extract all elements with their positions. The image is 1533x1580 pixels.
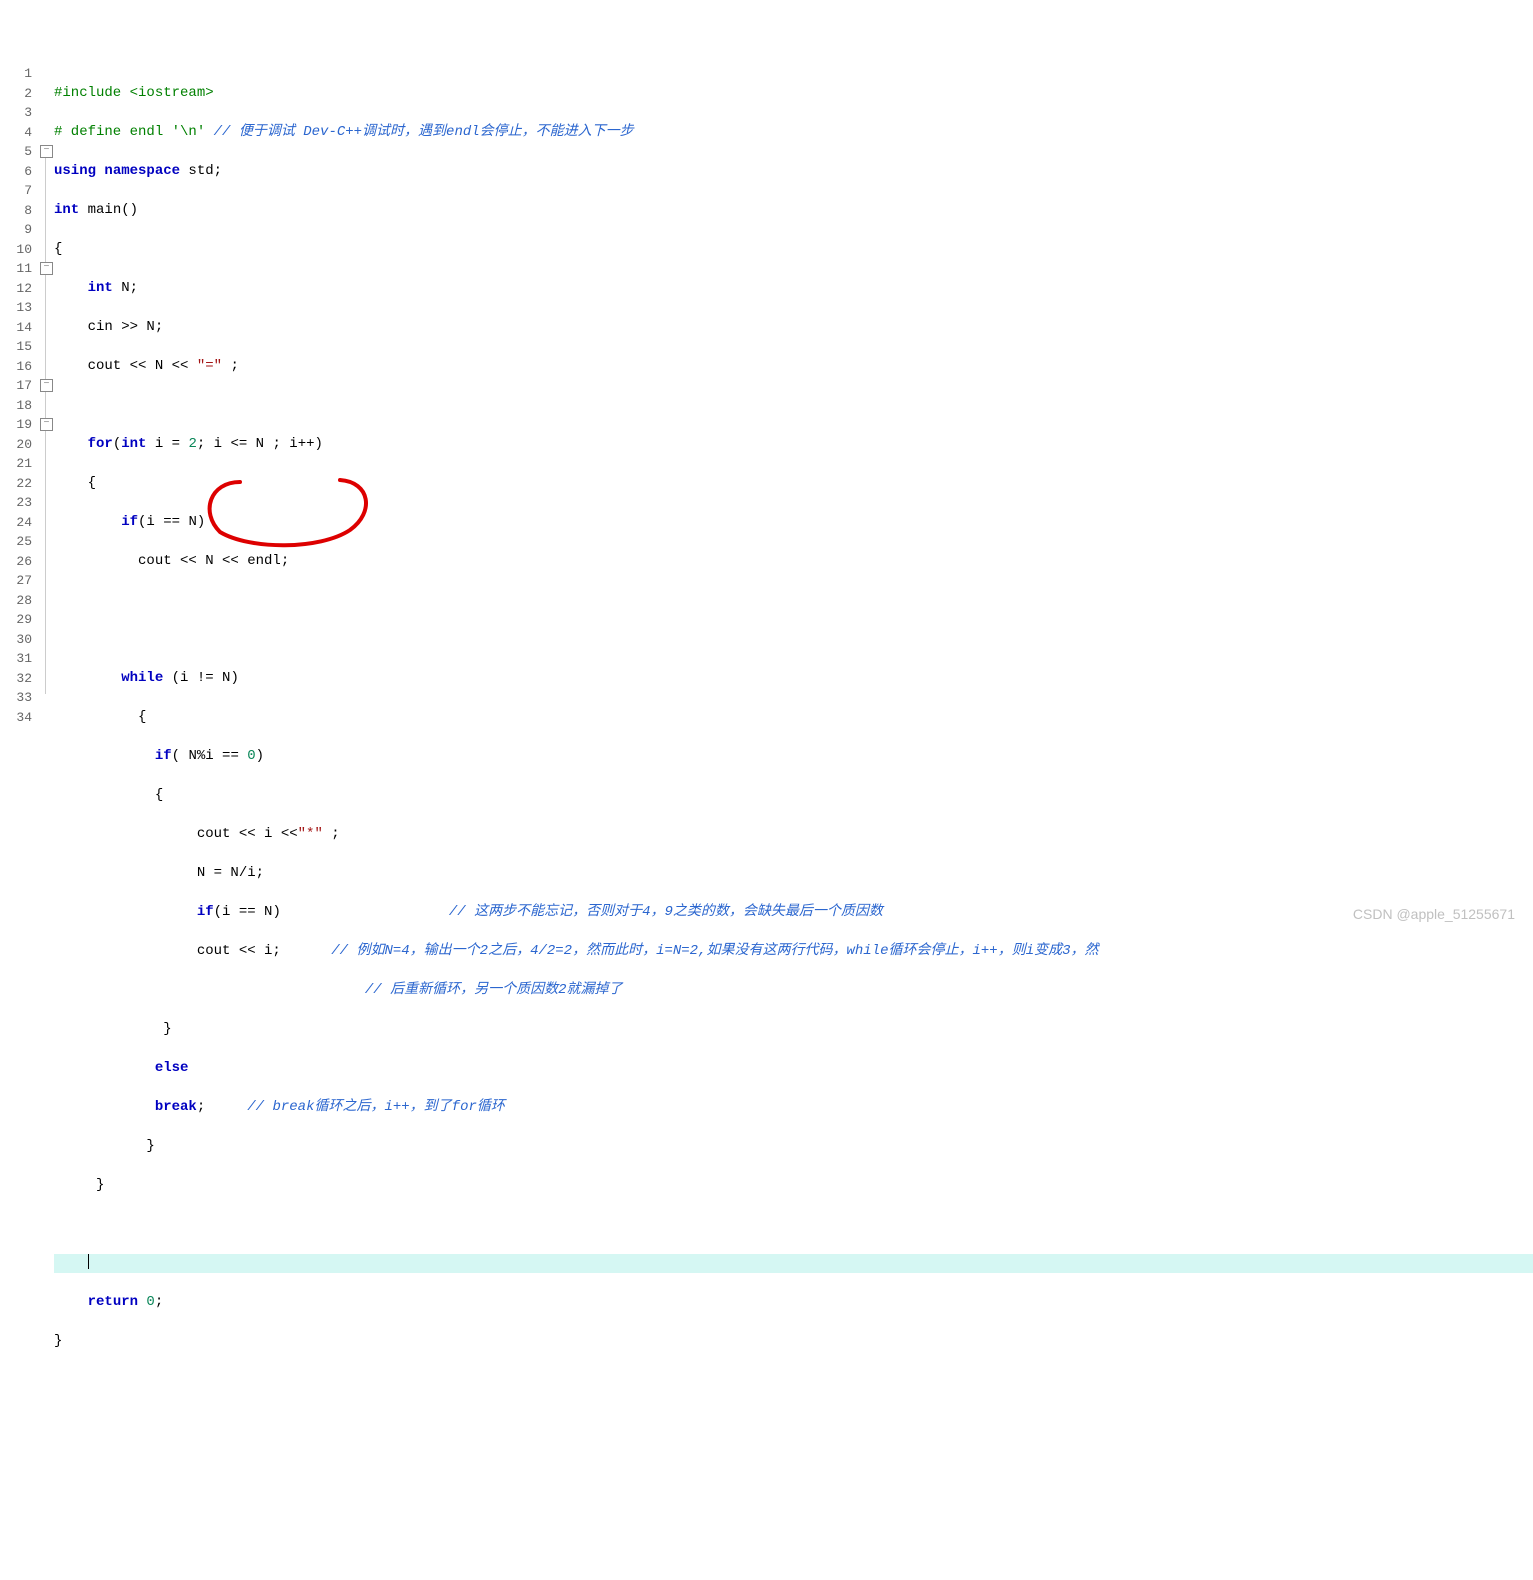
code-line: [54, 630, 1533, 650]
code-line: while (i != N): [54, 669, 1533, 689]
code-line: {: [54, 786, 1533, 806]
fold-toggle[interactable]: −: [40, 418, 53, 431]
code-area[interactable]: #include <iostream> # define endl '\n' /…: [54, 64, 1533, 1468]
code-line: {: [54, 708, 1533, 728]
code-line: # define endl '\n' // 便于调试 Dev-C++调试时，遇到…: [54, 123, 1533, 143]
code-line: if( N%i == 0): [54, 747, 1533, 767]
code-line: cout << N << "=" ;: [54, 357, 1533, 377]
code-line: N = N/i;: [54, 864, 1533, 884]
code-line: #include <iostream>: [54, 84, 1533, 104]
code-line: [54, 1215, 1533, 1235]
code-line: [54, 591, 1533, 611]
code-line: }: [54, 1137, 1533, 1157]
code-line: if(i == N): [54, 513, 1533, 533]
code-line: int main(): [54, 201, 1533, 221]
fold-toggle[interactable]: −: [40, 145, 53, 158]
line-number-gutter: 1234567891011121314151617181920212223242…: [0, 64, 38, 1468]
text-cursor: [88, 1254, 89, 1269]
code-line: cout << i <<"*" ;: [54, 825, 1533, 845]
code-line: }: [54, 1020, 1533, 1040]
code-editor[interactable]: 1234567891011121314151617181920212223242…: [0, 64, 1533, 1468]
code-line: cout << i; // 例如N=4，输出一个2之后，4/2=2，然而此时，i…: [54, 942, 1533, 962]
code-line: using namespace std;: [54, 162, 1533, 182]
code-line: if(i == N) // 这两步不能忘记，否则对于4，9之类的数，会缺失最后一…: [54, 903, 1533, 923]
code-line: // 后重新循环，另一个质因数2就漏掉了: [54, 981, 1533, 1001]
code-line: }: [54, 1332, 1533, 1352]
code-line: break; // break循环之后，i++，到了for循环: [54, 1098, 1533, 1118]
code-line: [54, 1371, 1533, 1391]
code-line: for(int i = 2; i <= N ; i++): [54, 435, 1533, 455]
code-line-active: [54, 1254, 1533, 1274]
fold-gutter: − − − −: [38, 64, 54, 1468]
code-line: else: [54, 1059, 1533, 1079]
fold-toggle[interactable]: −: [40, 262, 53, 275]
code-line: return 0;: [54, 1293, 1533, 1313]
fold-toggle[interactable]: −: [40, 379, 53, 392]
code-line: cin >> N;: [54, 318, 1533, 338]
code-line: {: [54, 240, 1533, 260]
code-line: cout << N << endl;: [54, 552, 1533, 572]
code-line: int N;: [54, 279, 1533, 299]
code-line: {: [54, 474, 1533, 494]
code-line: }: [54, 1176, 1533, 1196]
watermark: CSDN @apple_51255671: [1353, 906, 1515, 922]
code-line: [54, 396, 1533, 416]
